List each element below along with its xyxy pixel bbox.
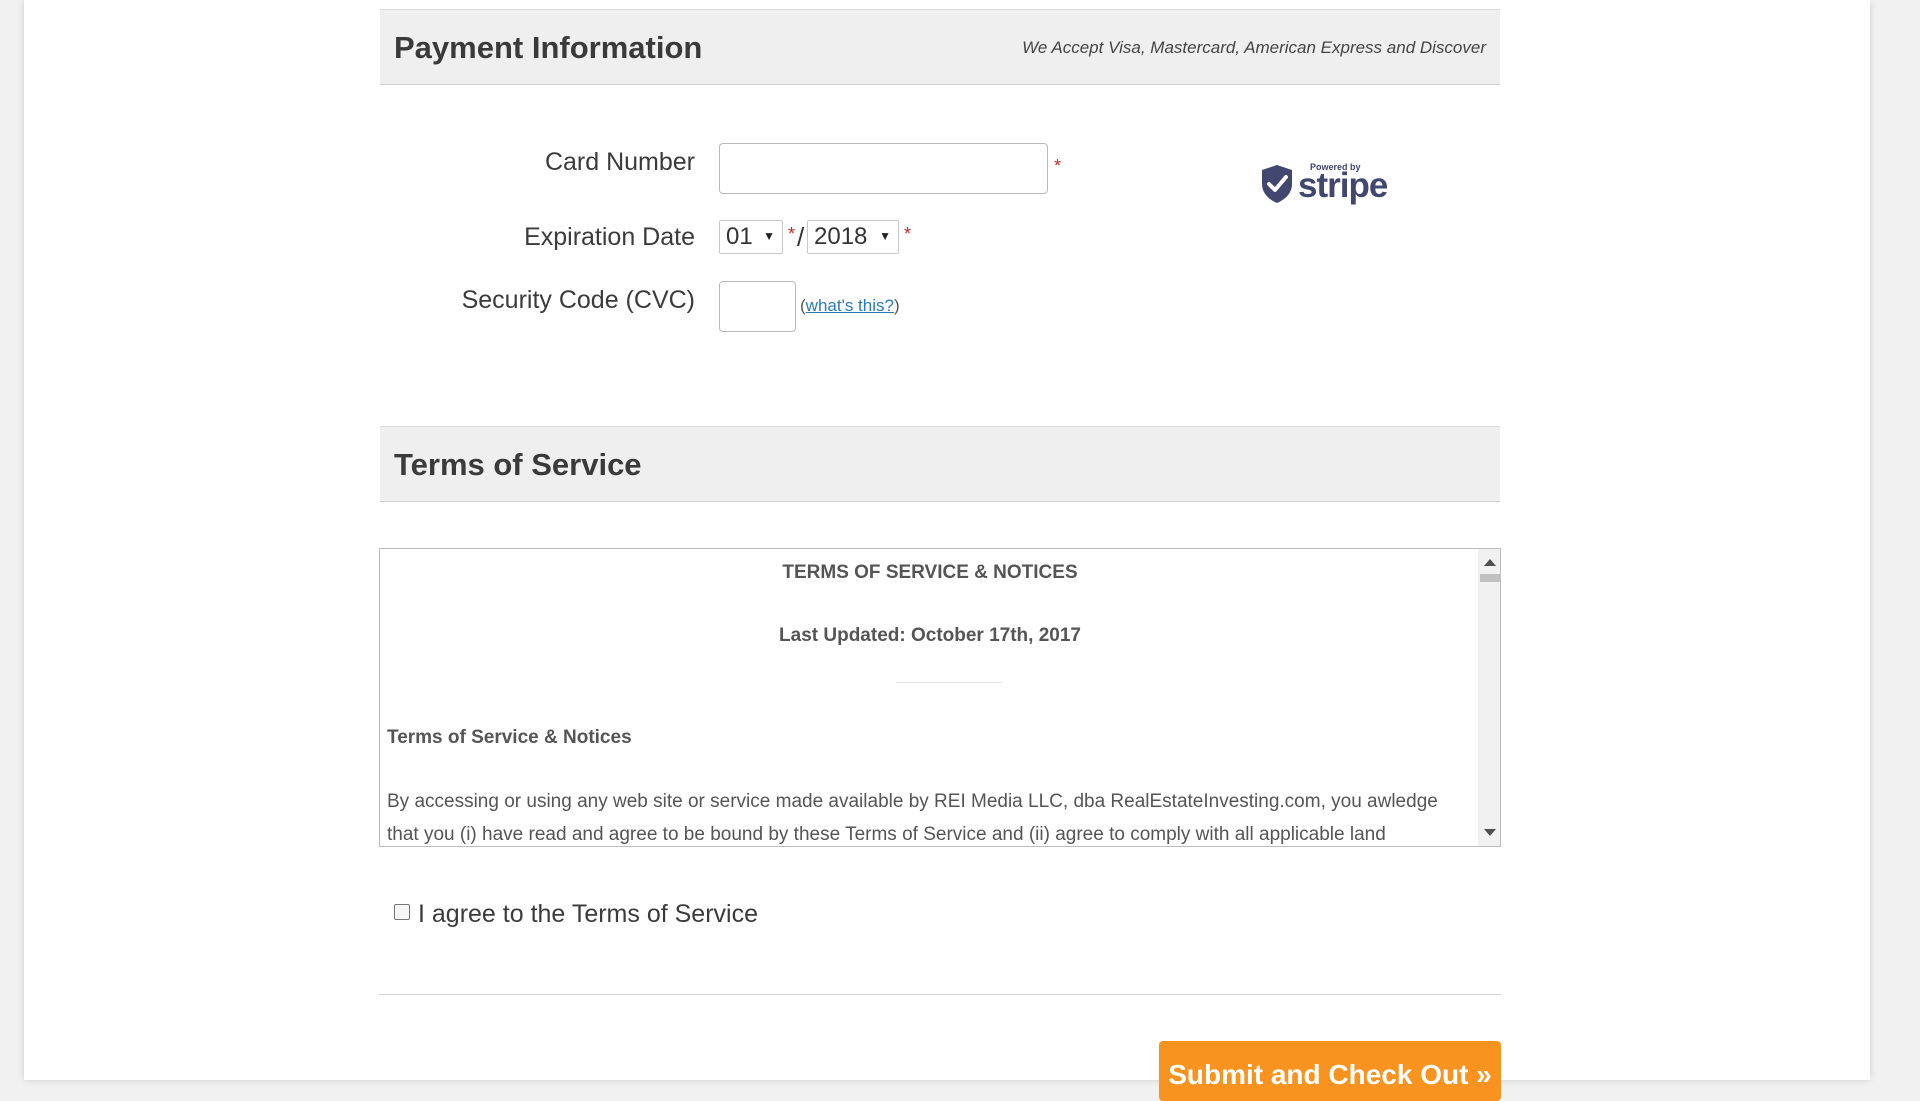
exp-month-select[interactable]: 01 ▼ [719,220,783,254]
exp-year-value: 2018 [814,223,868,250]
card-number-input[interactable] [719,143,1048,194]
payment-section-header: Payment Information We Accept Visa, Mast… [380,9,1500,85]
form-divider [379,994,1501,995]
exp-year-required-mark: * [904,224,912,244]
exp-month-value: 01 [726,223,753,250]
card-number-required-mark: * [1054,156,1062,176]
terms-divider [896,682,1002,683]
accepted-cards-note: We Accept Visa, Mastercard, American Exp… [1022,38,1486,57]
cvc-help-close-paren: ) [893,296,900,315]
scroll-up-icon[interactable] [1484,559,1496,566]
terms-heading: TERMS OF SERVICE & NOTICES [782,562,1078,583]
cvc-help: (what's this?) [800,296,900,316]
agree-terms-checkbox[interactable] [394,904,410,920]
card-number-label: Card Number [544,148,695,176]
terms-section-title: Terms of Service [394,447,642,482]
scroll-thumb[interactable] [1480,574,1500,582]
terms-paragraph: By accessing or using any web site or se… [387,791,1438,845]
cvc-label: Security Code (CVC) [461,286,695,314]
expiration-slash: / [797,222,805,252]
cvc-input[interactable] [719,281,796,332]
terms-section-header: Terms of Service [380,426,1500,502]
dropdown-arrow-icon: ▼ [763,229,775,243]
terms-scroll-box[interactable]: TERMS OF SERVICE & NOTICES Last Updated:… [379,548,1501,847]
stripe-wordmark: stripe [1298,166,1388,205]
payment-section-title: Payment Information [394,30,703,65]
terms-last-updated: Last Updated: October 17th, 2017 [779,625,1081,646]
dropdown-arrow-icon: ▼ [879,229,891,243]
exp-month-required-mark: * [788,224,796,244]
terms-scrollbar[interactable] [1478,549,1500,846]
stripe-shield-icon [1262,165,1292,203]
terms-subheading: Terms of Service & Notices [387,727,632,748]
scroll-down-icon[interactable] [1484,829,1496,836]
exp-year-select[interactable]: 2018 ▼ [807,220,899,254]
submit-checkout-button[interactable]: Submit and Check Out » [1159,1041,1501,1101]
whats-this-link[interactable]: what's this? [806,296,894,315]
expiration-date-label: Expiration Date [524,223,695,251]
agree-terms-label[interactable]: I agree to the Terms of Service [418,900,758,929]
powered-by-stripe-badge: Powered by stripe [1260,160,1388,212]
